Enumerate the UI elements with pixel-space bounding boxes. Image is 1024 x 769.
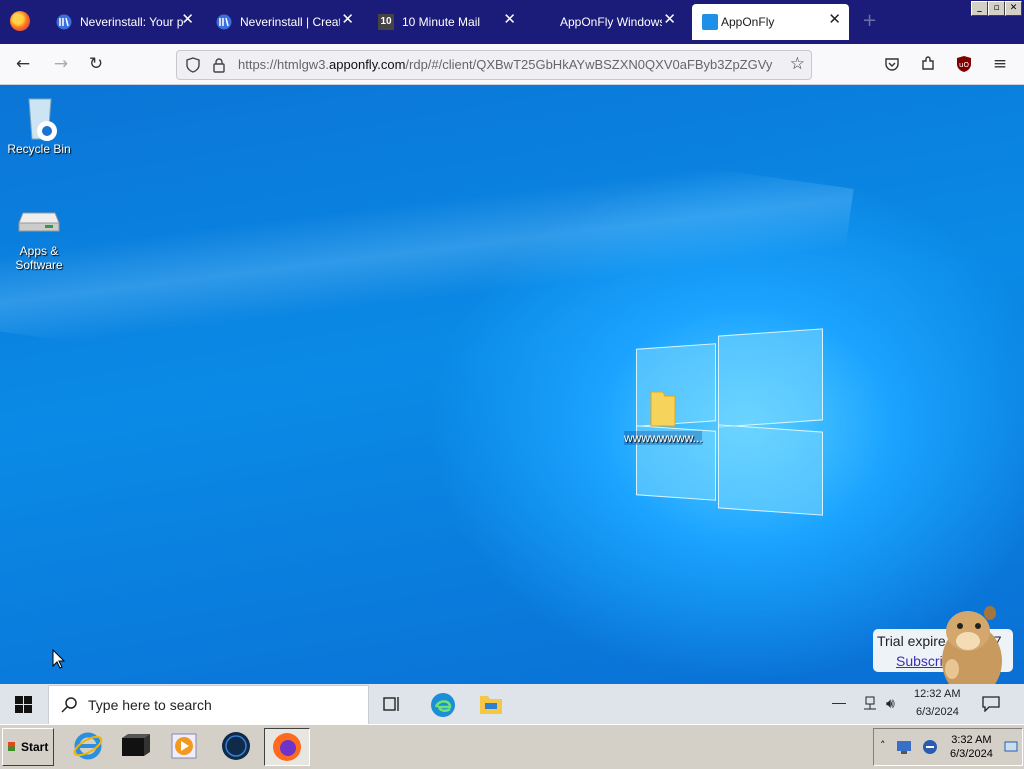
taskbar-search-box[interactable]: Type here to search [48,685,369,725]
minimize-button[interactable]: _ [971,1,988,16]
tab-10-minute-mail[interactable]: 10 10 Minute Mail ✕ [368,4,524,40]
host-clock-time: 3:32 AM [951,734,992,746]
tab-label: Neverinstall | Create [240,15,340,29]
shield-icon[interactable] [185,57,201,73]
taskbar-app-firefox[interactable] [264,728,310,766]
back-button[interactable]: ← [12,53,34,75]
drive-graphic [18,212,60,232]
tab-label: 10 Minute Mail [402,15,481,29]
bookmark-star-icon[interactable]: ☆ [790,54,805,74]
windows-start-icon[interactable] [15,696,32,713]
network-icon[interactable] [862,696,878,710]
close-icon[interactable]: ✕ [503,12,516,28]
remote-desktop[interactable]: Recycle Bin Apps & Software wwwwwwww... [0,85,1024,684]
remote-clock-date[interactable]: 6/3/2024 [916,706,959,718]
ten-minute-mail-icon: 10 [378,14,394,30]
ublock-icon[interactable]: uO [956,55,972,73]
tray-network-icon[interactable] [896,739,912,755]
tab-label: Neverinstall: Your per [80,15,184,29]
lock-icon[interactable] [212,57,226,73]
media-player-icon [171,733,197,759]
host-system-tray: ˄ 3:32 AM 6/3/2024 [873,728,1023,766]
close-icon[interactable]: ✕ [341,12,354,28]
url-domain: apponfly.com [329,57,406,72]
remote-taskbar: Type here to search — 🔊︎ 12:32 AM 6/3/20… [0,684,1024,725]
start-button[interactable]: Start [2,728,54,766]
tab-label: AppOnFly Windows V [560,15,662,29]
menu-icon[interactable]: ≡ [989,53,1011,75]
task-view-icon[interactable] [383,695,401,713]
navigation-bar: ← → ↻ https://htmlgw3.apponfly.com/rdp/#… [0,44,1024,85]
host-taskbar: Start ˄ 3:32 AM 6/3/2024 [0,724,1024,769]
close-icon[interactable]: ✕ [663,12,676,28]
svg-text:uO: uO [959,61,969,69]
browser-tab-bar: Neverinstall: Your per ✕ Neverinstall | … [0,0,1024,44]
forward-button[interactable]: → [50,53,72,75]
edge-icon[interactable] [430,692,456,718]
taskbar-app-media-player[interactable] [164,728,204,764]
recycle-bin-graphic [28,98,57,141]
close-icon[interactable]: ✕ [828,12,841,28]
url-prefix: https://htmlgw3. [238,57,330,72]
remote-clock-time[interactable]: 12:32 AM [914,688,960,700]
neverinstall-icon [216,14,232,30]
url-bar[interactable]: https://htmlgw3.apponfly.com/rdp/#/clien… [176,50,812,80]
desktop-icon-label: wwwwwwww... [624,431,703,445]
tray-dash-icon[interactable]: — [832,694,846,710]
folder-icon[interactable]: wwwwwwww... [624,390,703,445]
taskbar-app-ie[interactable] [68,728,108,764]
url-path: /rdp/#/client/QXBwT25GbHkAYwBSZXN0QXV0aF… [405,57,773,72]
pocket-icon[interactable] [884,56,900,72]
start-logo-icon [8,742,15,751]
start-label: Start [21,740,49,754]
firefox-icon[interactable] [10,11,30,31]
firefox-icon [273,733,301,761]
host-clock-date: 6/3/2024 [950,748,993,760]
apponfly-icon [702,14,718,30]
search-placeholder: Type here to search [88,697,212,713]
mouse-cursor-icon [52,649,66,669]
tab-neverinstall-2[interactable]: Neverinstall | Create ✕ [206,4,362,40]
internet-explorer-icon [73,732,103,760]
reload-button[interactable]: ↻ [85,53,107,75]
taskbar-app-terminal[interactable] [116,728,156,764]
tab-apponfly-windows[interactable]: AppOnFly Windows V ✕ [528,4,684,40]
desktop-icon-label: Recycle Bin [7,142,71,156]
terminal-icon [122,734,150,756]
new-tab-button[interactable]: + [862,10,877,31]
close-icon[interactable]: ✕ [181,12,194,28]
volume-icon[interactable]: 🔊︎ [886,695,895,712]
tray-expand-icon[interactable]: ˄ [880,739,886,752]
restore-button[interactable]: ▫ [988,1,1005,16]
neverinstall-icon [56,14,72,30]
apps-and-software-icon[interactable]: Apps & Software [6,205,72,272]
notification-icon[interactable] [982,696,1000,712]
recycle-bin-icon[interactable]: Recycle Bin [6,93,72,156]
folder-graphic [650,391,676,427]
taskbar-app-globe[interactable] [216,728,256,764]
desktop-icon-label: Apps & Software [15,244,63,272]
tab-neverinstall-1[interactable]: Neverinstall: Your per ✕ [46,4,202,40]
file-explorer-icon[interactable] [479,693,503,715]
globe-icon [222,732,250,760]
close-window-button[interactable]: ✕ [1005,1,1022,16]
url-text: https://htmlgw3.apponfly.com/rdp/#/clien… [238,57,772,72]
extensions-icon[interactable] [920,56,936,72]
host-clock[interactable]: 3:32 AM 6/3/2024 [950,733,993,761]
search-icon [61,697,77,713]
tray-security-icon[interactable] [922,739,938,755]
tab-label: AppOnFly [721,15,775,29]
show-desktop-icon[interactable] [1004,741,1018,753]
tab-apponfly-active[interactable]: AppOnFly ✕ [692,4,849,40]
